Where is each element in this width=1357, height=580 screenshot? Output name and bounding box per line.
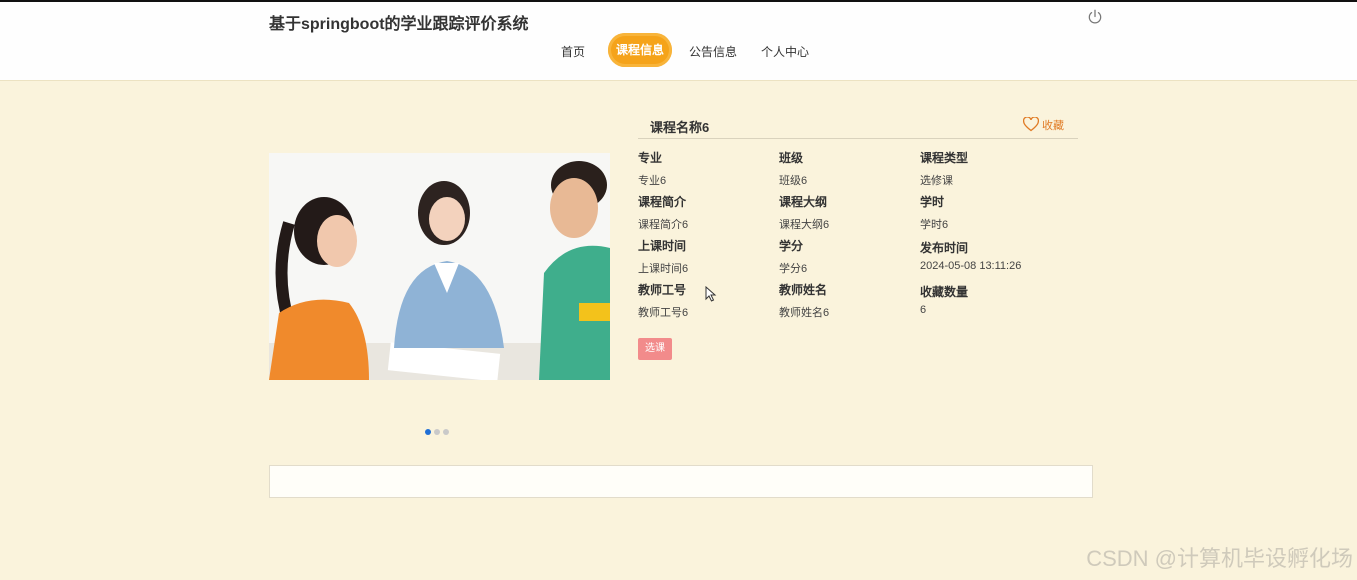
nav-home[interactable]: 首页 [561,38,585,70]
carousel-dot[interactable] [425,429,431,435]
course-detail: 课程名称6 收藏 [638,112,1078,139]
content-panel [269,465,1093,498]
field-value: 课程大纲6 [779,219,830,231]
carousel-indicators [425,422,452,435]
field-label: 课程简介 [638,195,687,209]
carousel-dot[interactable] [434,429,440,435]
favorite-button[interactable]: 收藏 [1022,116,1064,133]
field-label: 上课时间 [638,239,687,253]
site-title: 基于springboot的学业跟踪评价系统 [269,16,529,33]
field-label: 学分 [779,239,804,253]
field-value: 班级6 [779,175,808,187]
header: 基于springboot的学业跟踪评价系统 首页 课程信息 公告信息 个人中心 [0,2,1357,81]
field-label: 教师工号 [638,283,687,297]
field-value: 6 [920,304,927,316]
watermark: CSDN @计算机毕设孵化场 [1086,546,1353,571]
nav-course-info[interactable]: 课程信息 [608,33,673,67]
power-icon[interactable] [1086,8,1104,26]
carousel-dot[interactable] [443,429,449,435]
mouse-cursor-icon [705,286,717,302]
field-value: 专业6 [638,175,667,187]
field-value: 上课时间6 [638,263,689,275]
enroll-button[interactable]: 选课 [638,338,672,360]
course-detail-header: 课程名称6 收藏 [638,112,1078,139]
field-label: 教师姓名 [779,283,828,297]
field-label: 班级 [779,151,804,165]
heart-icon [1022,116,1040,132]
course-image-carousel[interactable] [269,153,610,380]
course-photo [269,153,610,380]
field-label: 专业 [638,151,663,165]
nav-personal-center[interactable]: 个人中心 [761,38,809,70]
field-value: 教师姓名6 [779,307,830,319]
favorite-label: 收藏 [1042,120,1064,132]
field-value: 选修课 [920,175,953,187]
field-value: 教师工号6 [638,307,689,319]
field-value: 课程简介6 [638,219,689,231]
field-label: 学时 [920,195,945,209]
course-name: 课程名称6 [650,120,710,135]
field-label: 课程大纲 [779,195,828,209]
main-nav: 首页 课程信息 公告信息 个人中心 [0,33,1357,70]
nav-announcements[interactable]: 公告信息 [689,38,737,70]
field-label: 课程类型 [920,151,969,165]
field-label: 发布时间 [920,241,969,255]
field-label: 收藏数量 [920,285,969,299]
field-value: 学分6 [779,263,808,275]
field-value: 学时6 [920,219,949,231]
field-value: 2024-05-08 13:11:26 [920,260,1022,272]
